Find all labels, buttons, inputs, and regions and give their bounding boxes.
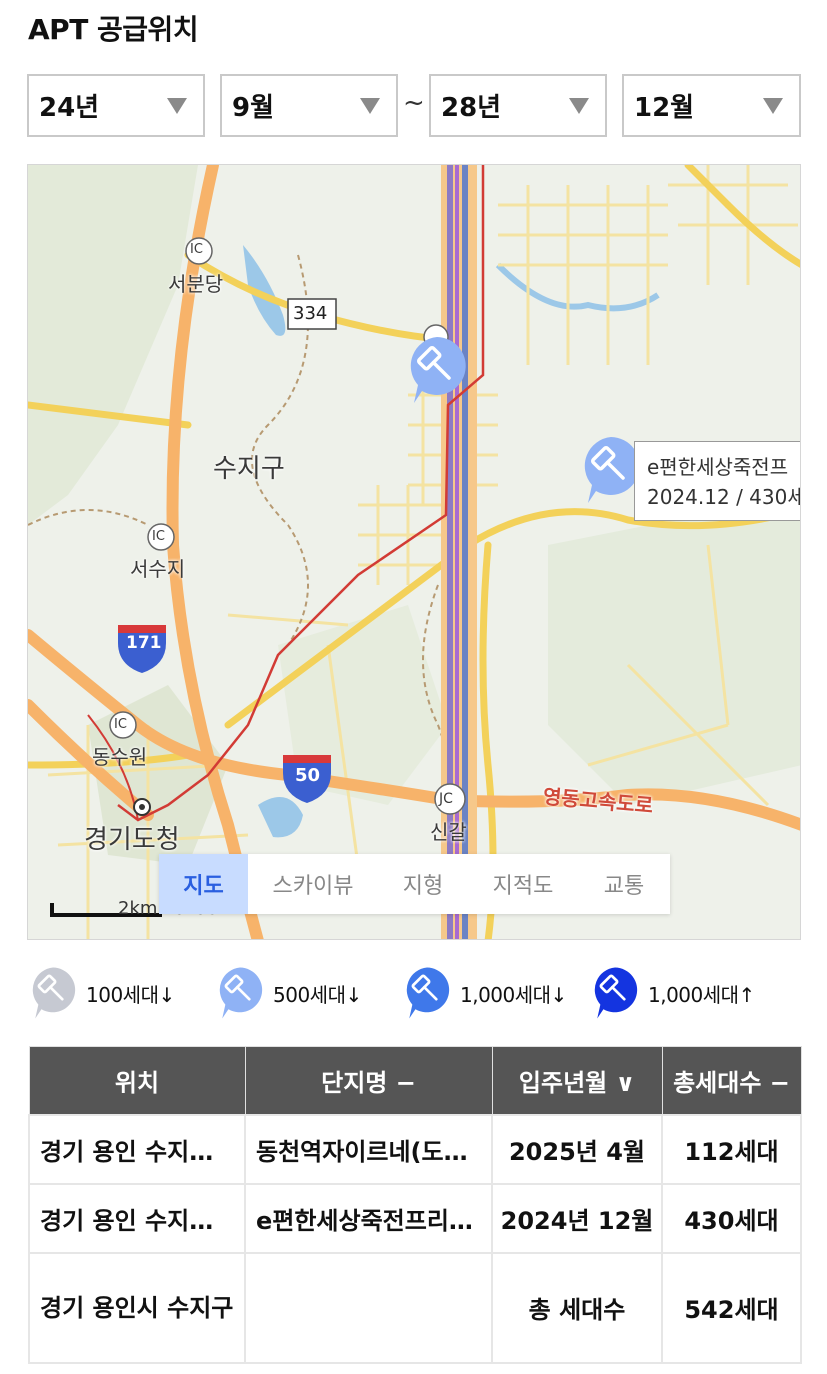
total-label: 총 세대수: [491, 1251, 663, 1364]
cell-households: 430세대: [661, 1182, 802, 1254]
end-year-select[interactable]: 28년: [429, 74, 607, 137]
marker-light-blue-icon: [219, 967, 263, 1019]
map-label-seosuji: 서수지: [130, 557, 186, 581]
route-171-label: 171: [126, 633, 162, 653]
page-title: APT 공급위치: [28, 13, 199, 46]
table-row[interactable]: 경기 용인 수지구 동천동 동천역자이르네(도시형생활주택) 2025년 4월 …: [28, 1113, 802, 1185]
legend-label: 100세대↓: [86, 982, 175, 1007]
total-location: 경기 용인시 수지구: [28, 1251, 246, 1364]
cell-complex-name[interactable]: e편한세상죽전프리미어포레: [244, 1182, 493, 1254]
start-month-select[interactable]: 9월: [220, 74, 398, 137]
info-box-title: e편한세상죽전프: [647, 455, 789, 479]
map-label-seobundang: 서분당: [168, 272, 224, 296]
map-label-dongsuwon: 동수원: [92, 745, 148, 769]
legend-item-1000-below: 1,000세대↓: [402, 966, 567, 1020]
column-header-location: 위치: [28, 1046, 246, 1115]
marker-dark-blue-icon: [594, 967, 638, 1019]
legend-item-1000-above: 1,000세대↑: [590, 966, 755, 1020]
legend-item-500: 500세대↓: [215, 966, 362, 1020]
range-separator: ~: [403, 88, 425, 118]
end-month-select[interactable]: 12월: [622, 74, 801, 137]
chevron-down-icon: [360, 98, 380, 114]
column-header-move-in-date[interactable]: 입주년월 ∨: [491, 1046, 663, 1115]
map-label-ic: IC: [190, 242, 203, 257]
map-label-suji-gu: 수지구: [213, 454, 285, 484]
legend-label: 500세대↓: [273, 982, 362, 1007]
cell-move-in-date: 2025년 4월: [491, 1113, 663, 1185]
tab-cadastral[interactable]: 지적도: [468, 854, 578, 914]
tab-skyview[interactable]: 스카이뷰: [248, 854, 378, 914]
map-label-ic: IC: [114, 717, 127, 732]
column-header-total-households[interactable]: 총세대수 −: [661, 1046, 802, 1115]
tab-traffic[interactable]: 교통: [578, 854, 670, 914]
apartment-marker-icon[interactable]: [580, 435, 642, 505]
chevron-down-icon: [763, 98, 783, 114]
tab-terrain[interactable]: 지형: [378, 854, 468, 914]
table-header-row: 위치 단지명 − 입주년월 ∨ 총세대수 −: [28, 1046, 802, 1115]
marker-legend: 100세대↓ 500세대↓ 1,000세대↓ 1,000세대↑: [28, 966, 808, 1020]
tab-map[interactable]: 지도: [159, 854, 248, 914]
legend-label: 1,000세대↓: [460, 982, 567, 1007]
chevron-down-icon: [167, 98, 187, 114]
cell-move-in-date: 2024년 12월: [491, 1182, 663, 1254]
marker-gray-icon: [32, 967, 76, 1019]
table-total-row: 경기 용인시 수지구 총 세대수 542세대: [28, 1251, 802, 1364]
route-334-label: 334: [293, 303, 328, 324]
column-header-complex-name[interactable]: 단지명 −: [244, 1046, 493, 1115]
info-box-detail: 2024.12 / 430세: [647, 485, 801, 509]
cell-households: 112세대: [661, 1113, 802, 1185]
map-label-singal: 신갈: [430, 820, 467, 844]
marker-blue-icon: [406, 967, 450, 1019]
apartment-marker-icon[interactable]: [406, 335, 468, 405]
start-year-value: 24년: [39, 93, 100, 123]
map-type-tabs: 지도 스카이뷰 지형 지적도 교통: [159, 854, 670, 914]
map-label-jc: JC: [439, 791, 453, 807]
supply-table: 위치 단지명 − 입주년월 ∨ 총세대수 − 경기 용인 수지구 동천동 동천역…: [28, 1046, 802, 1364]
legend-item-100: 100세대↓: [28, 966, 175, 1020]
chevron-down-icon: [569, 98, 589, 114]
total-households: 542세대: [661, 1251, 802, 1364]
map-view[interactable]: IC 서분당 334 수지구 IC 서수지 171 IC 동수원 50 경기도청…: [27, 164, 801, 940]
end-month-value: 12월: [634, 93, 695, 123]
marker-info-box[interactable]: e편한세상죽전프 2024.12 / 430세: [634, 441, 801, 521]
cell-location: 경기 용인 수지구 동천동: [28, 1113, 246, 1185]
map-label-ic: IC: [152, 529, 165, 544]
start-month-value: 9월: [232, 93, 275, 123]
cell-location: 경기 용인 수지구 죽전동: [28, 1182, 246, 1254]
legend-label: 1,000세대↑: [648, 982, 755, 1007]
total-empty-cell: [244, 1251, 493, 1364]
map-label-gyeonggi-office: 경기도청: [84, 825, 180, 855]
start-year-select[interactable]: 24년: [27, 74, 205, 137]
table-row[interactable]: 경기 용인 수지구 죽전동 e편한세상죽전프리미어포레 2024년 12월 43…: [28, 1182, 802, 1254]
route-50-label: 50: [295, 765, 321, 786]
end-year-value: 28년: [441, 93, 502, 123]
cell-complex-name[interactable]: 동천역자이르네(도시형생활주택): [244, 1113, 493, 1185]
